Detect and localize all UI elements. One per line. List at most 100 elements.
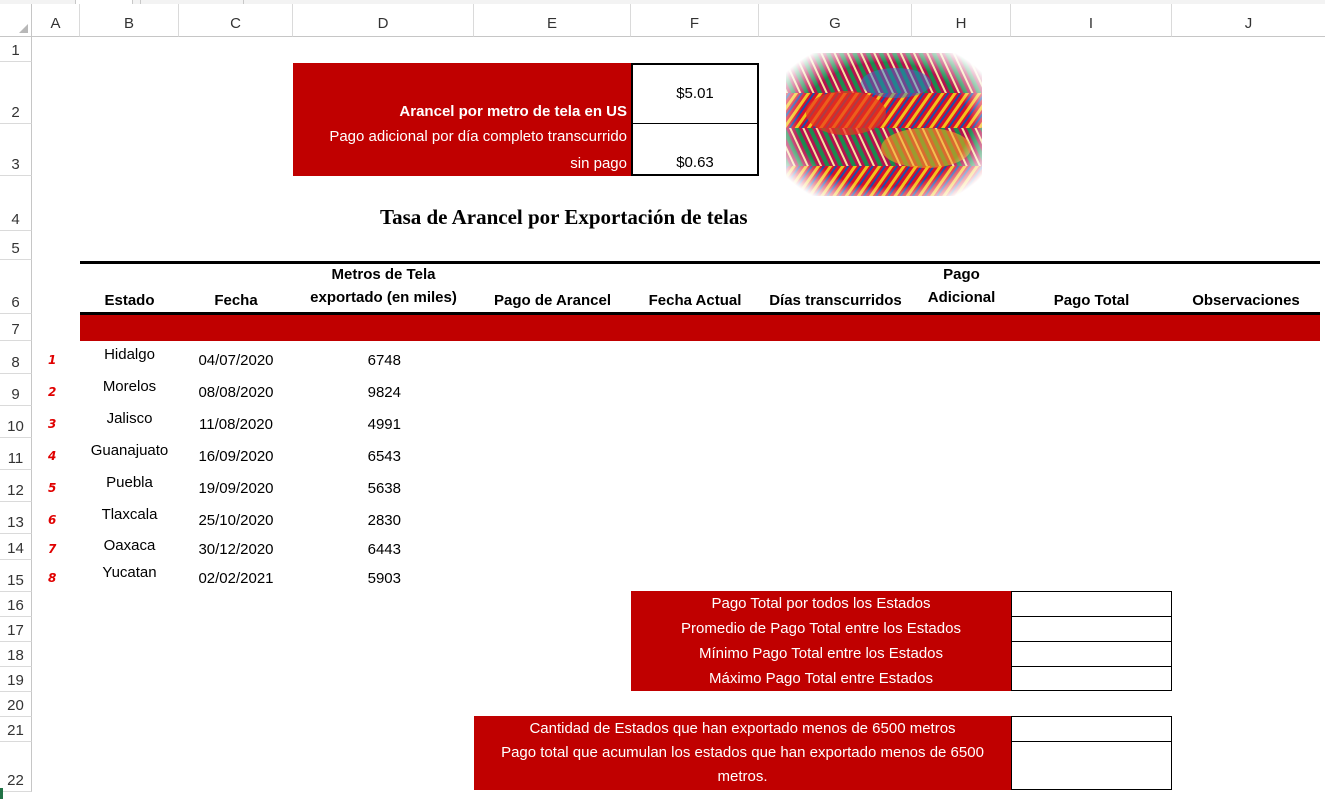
metros-cell[interactable]: 4991 <box>293 416 401 433</box>
metros-cell[interactable]: 5903 <box>293 570 401 587</box>
row-header-15[interactable]: 15 <box>0 560 32 592</box>
row-header-11[interactable]: 11 <box>0 438 32 470</box>
column-header-e[interactable]: E <box>474 4 631 37</box>
row-header-5[interactable]: 5 <box>0 231 32 260</box>
arancel-label-cell[interactable]: Arancel por metro de tela en US <box>293 63 631 124</box>
column-header-f[interactable]: F <box>631 4 759 37</box>
row-index-label: 2 <box>48 385 57 399</box>
estado-cell[interactable]: Oaxaca <box>80 537 179 554</box>
row-index-label: 8 <box>48 571 57 585</box>
estado-cell[interactable]: Guanajuato <box>80 442 179 459</box>
column-header-i[interactable]: I <box>1011 4 1172 37</box>
row-header-1[interactable]: 1 <box>0 37 32 62</box>
column-header-a[interactable]: A <box>32 4 80 37</box>
fecha-cell[interactable]: 08/08/2020 <box>179 384 293 401</box>
pago-adicional-label-line1: Pago adicional por día completo transcur… <box>329 128 627 145</box>
row-header-4[interactable]: 4 <box>0 176 32 231</box>
summary-acumulado-value[interactable] <box>1011 741 1172 790</box>
metros-cell[interactable]: 9824 <box>293 384 401 401</box>
fecha-cell[interactable]: 16/09/2020 <box>179 448 293 465</box>
header-metros[interactable]: Metros de Tela exportado (en miles) <box>293 266 474 306</box>
summary-promedio-value[interactable] <box>1011 616 1172 642</box>
summary-maximo-value[interactable] <box>1011 666 1172 691</box>
summary-minimo-label[interactable]: Mínimo Pago Total entre los Estados <box>631 641 1011 666</box>
fecha-cell[interactable]: 11/08/2020 <box>179 416 293 433</box>
metros-cell[interactable]: 5638 <box>293 480 401 497</box>
summary-acumulado-line2: metros. <box>717 768 768 785</box>
estado-cell[interactable]: Yucatan <box>80 564 179 581</box>
row-header-10[interactable]: 10 <box>0 406 32 438</box>
header-metros-line2: exportado (en miles) <box>310 289 457 306</box>
pago-adicional-value: $0.63 <box>676 154 714 171</box>
row-header-22[interactable]: 22 <box>0 742 32 792</box>
row-header-21[interactable]: 21 <box>0 717 32 742</box>
sheet-edge-marker <box>0 788 3 799</box>
summary-promedio-label[interactable]: Promedio de Pago Total entre los Estados <box>631 616 1011 641</box>
summary-maximo-label[interactable]: Máximo Pago Total entre Estados <box>631 666 1011 691</box>
row-index-label: 7 <box>48 542 57 556</box>
fecha-cell[interactable]: 25/10/2020 <box>179 512 293 529</box>
colorful-fabric-rolls-image[interactable] <box>786 53 982 196</box>
column-header-j[interactable]: J <box>1172 4 1325 37</box>
pago-adicional-value-cell[interactable]: $0.63 <box>631 123 759 176</box>
row-index-label: 6 <box>48 513 57 527</box>
estado-cell[interactable]: Puebla <box>80 474 179 491</box>
summary-cantidad-value[interactable] <box>1011 716 1172 742</box>
row-header-13[interactable]: 13 <box>0 502 32 534</box>
row-header-3[interactable]: 3 <box>0 124 32 176</box>
metros-cell[interactable]: 2830 <box>293 512 401 529</box>
column-header-g[interactable]: G <box>759 4 912 37</box>
row-header-19[interactable]: 19 <box>0 667 32 692</box>
fecha-cell[interactable]: 04/07/2020 <box>179 352 293 369</box>
select-all-button[interactable] <box>0 4 32 37</box>
arancel-label: Arancel por metro de tela en US <box>399 103 627 120</box>
column-header-b[interactable]: B <box>80 4 179 37</box>
arancel-value: $5.01 <box>676 85 714 102</box>
fecha-cell[interactable]: 30/12/2020 <box>179 541 293 558</box>
estado-cell[interactable]: Morelos <box>80 378 179 395</box>
header-pago-arancel[interactable]: Pago de Arancel <box>474 292 631 309</box>
page-title: Tasa de Arancel por Exportación de telas <box>380 205 748 229</box>
estado-cell[interactable]: Jalisco <box>80 410 179 427</box>
summary-cantidad-label[interactable]: Cantidad de Estados que han exportado me… <box>474 716 1011 741</box>
header-pago-adicional[interactable]: Pago Adicional <box>912 266 1011 306</box>
row-header-16[interactable]: 16 <box>0 592 32 617</box>
summary-total-value[interactable] <box>1011 591 1172 617</box>
row-header-20[interactable]: 20 <box>0 692 32 717</box>
summary-acumulado-label[interactable]: Pago total que acumulan los estados que … <box>474 741 1011 790</box>
row-header-6[interactable]: 6 <box>0 260 32 314</box>
summary-minimo-value[interactable] <box>1011 641 1172 667</box>
row-header-14[interactable]: 14 <box>0 534 32 560</box>
metros-cell[interactable]: 6443 <box>293 541 401 558</box>
column-header-d[interactable]: D <box>293 4 474 37</box>
row-header-17[interactable]: 17 <box>0 617 32 642</box>
header-metros-line1: Metros de Tela <box>331 266 436 283</box>
column-header-c[interactable]: C <box>179 4 293 37</box>
summary-acumulado-line1: Pago total que acumulan los estados que … <box>501 744 984 761</box>
metros-cell[interactable]: 6543 <box>293 448 401 465</box>
row-header-8[interactable]: 8 <box>0 341 32 374</box>
pago-adicional-label-cell[interactable]: Pago adicional por día completo transcur… <box>293 124 631 176</box>
row-header-18[interactable]: 18 <box>0 642 32 667</box>
row-index-label: 3 <box>48 417 57 431</box>
row-header-12[interactable]: 12 <box>0 470 32 502</box>
row-header-7[interactable]: 7 <box>0 314 32 341</box>
header-fecha[interactable]: Fecha <box>179 292 293 309</box>
header-pago-total[interactable]: Pago Total <box>1011 292 1172 309</box>
column-header-h[interactable]: H <box>912 4 1011 37</box>
fecha-cell[interactable]: 02/02/2021 <box>179 570 293 587</box>
fecha-cell[interactable]: 19/09/2020 <box>179 480 293 497</box>
arancel-value-cell[interactable]: $5.01 <box>631 63 759 124</box>
header-observaciones[interactable]: Observaciones <box>1172 292 1320 309</box>
estado-cell[interactable]: Hidalgo <box>80 346 179 363</box>
header-top-border <box>80 261 1320 264</box>
row-header-9[interactable]: 9 <box>0 374 32 406</box>
header-dias-transcurridos[interactable]: Días transcurridos <box>759 292 912 309</box>
header-fecha-actual[interactable]: Fecha Actual <box>631 292 759 309</box>
header-pago-adicional-line1: Pago <box>943 266 980 283</box>
estado-cell[interactable]: Tlaxcala <box>80 506 179 523</box>
header-estado[interactable]: Estado <box>80 292 179 309</box>
metros-cell[interactable]: 6748 <box>293 352 401 369</box>
row-header-2[interactable]: 2 <box>0 62 32 124</box>
summary-total-label[interactable]: Pago Total por todos los Estados <box>631 591 1011 616</box>
